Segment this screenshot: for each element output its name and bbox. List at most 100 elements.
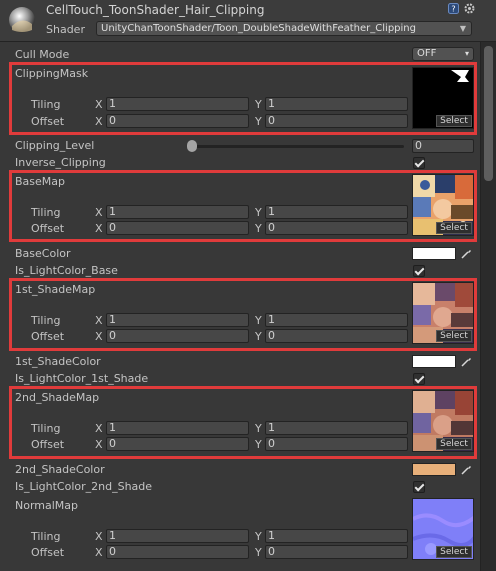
shade-map-2-offset-y[interactable]: 0: [265, 437, 408, 451]
base-map-tiling-x[interactable]: 1: [106, 205, 249, 219]
shade-map-2-tiling-x[interactable]: 1: [106, 421, 249, 435]
clipping-mask-label: ClippingMask: [15, 67, 89, 80]
axis-y-label: Y: [255, 330, 262, 343]
shade-map-1-offset-x[interactable]: 0: [106, 329, 249, 343]
help-icon[interactable]: ?: [448, 3, 459, 14]
axis-x-label: X: [95, 222, 103, 235]
clipping-level-slider-track[interactable]: [190, 145, 404, 148]
offset-label: Offset: [31, 115, 65, 128]
shade-map-1-select-button[interactable]: Select: [436, 330, 472, 342]
gear-icon[interactable]: [464, 3, 475, 14]
clipping-level-label: Clipping_Level: [15, 139, 95, 152]
normal-map-tiling-y[interactable]: 1: [265, 529, 408, 543]
clipping-mask-tiling-y[interactable]: 1: [265, 97, 408, 111]
axis-y-label: Y: [255, 438, 262, 451]
shade-map-2-texture-slot[interactable]: Select: [412, 390, 474, 452]
clipping-level-field[interactable]: 0: [412, 139, 474, 153]
is-lightcolor-base-label: Is_LightColor_Base: [15, 264, 118, 277]
shader-value: UnityChanToonShader/Toon_DoubleShadeWith…: [101, 23, 416, 34]
clipping-mask-texture-slot[interactable]: Select: [412, 67, 474, 129]
shade-map-1-offset-y[interactable]: 0: [265, 329, 408, 343]
material-icon: [9, 7, 35, 33]
base-map-label: BaseMap: [15, 175, 65, 188]
inverse-clipping-label: Inverse_Clipping: [15, 156, 106, 169]
normal-map-tiling-x[interactable]: 1: [106, 529, 249, 543]
normal-map-select-button[interactable]: Select: [436, 546, 472, 558]
shade-map-2-offset-x[interactable]: 0: [106, 437, 249, 451]
axis-y-label: Y: [255, 206, 262, 219]
eyedropper-icon[interactable]: [460, 247, 473, 260]
is-lightcolor-2nd-label: Is_LightColor_2nd_Shade: [15, 480, 153, 493]
cull-mode-label: Cull Mode: [15, 48, 70, 61]
normal-map-label: NormalMap: [15, 499, 79, 512]
clipping-mask-offset-x[interactable]: 0: [106, 114, 249, 128]
shade-color-1-label: 1st_ShadeColor: [15, 355, 101, 368]
shade-color-2-swatch[interactable]: [412, 463, 456, 476]
is-lightcolor-2nd-checkbox[interactable]: [413, 481, 425, 493]
is-lightcolor-1st-label: Is_LightColor_1st_Shade: [15, 372, 149, 385]
vertical-scrollbar[interactable]: [480, 42, 496, 571]
axis-x-label: X: [95, 422, 103, 435]
shade-map-1-label: 1st_ShadeMap: [15, 283, 96, 296]
chevron-down-icon: ▼: [459, 24, 466, 33]
offset-label: Offset: [31, 330, 65, 343]
normal-map-offset-x[interactable]: 0: [106, 545, 249, 559]
base-map-texture-slot[interactable]: Select: [412, 174, 474, 236]
is-lightcolor-1st-checkbox[interactable]: [413, 373, 425, 385]
axis-x-label: X: [95, 530, 103, 543]
shade-map-2-select-button[interactable]: Select: [436, 438, 472, 450]
shade-color-1-swatch[interactable]: [412, 355, 456, 368]
tiling-label: Tiling: [31, 530, 61, 543]
axis-x-label: X: [95, 438, 103, 451]
shader-label: Shader: [46, 23, 85, 36]
clipping-level-slider-knob[interactable]: [187, 140, 197, 152]
scrollbar-thumb[interactable]: [484, 46, 493, 181]
tiling-label: Tiling: [31, 314, 61, 327]
axis-x-label: X: [95, 314, 103, 327]
shade-map-1-tiling-x[interactable]: 1: [106, 313, 249, 327]
clipping-mask-select-button[interactable]: Select: [436, 115, 472, 127]
shade-map-1-tiling-y[interactable]: 1: [265, 313, 408, 327]
axis-x-label: X: [95, 546, 103, 559]
base-color-label: BaseColor: [15, 247, 71, 260]
eyedropper-icon[interactable]: [460, 355, 473, 368]
inverse-clipping-checkbox[interactable]: [413, 157, 425, 169]
shade-color-2-label: 2nd_ShadeColor: [15, 463, 105, 476]
axis-y-label: Y: [255, 222, 262, 235]
base-map-offset-x[interactable]: 0: [106, 221, 249, 235]
is-lightcolor-base-checkbox[interactable]: [413, 265, 425, 277]
shade-map-2-label: 2nd_ShadeMap: [15, 391, 100, 404]
shade-map-2-tiling-y[interactable]: 1: [265, 421, 408, 435]
eyedropper-icon[interactable]: [460, 463, 473, 476]
normal-map-texture-slot[interactable]: Select: [412, 498, 474, 560]
axis-y-label: Y: [255, 530, 262, 543]
svg-text:?: ?: [451, 5, 455, 14]
shade-map-1-texture-slot[interactable]: Select: [412, 282, 474, 344]
normal-map-offset-y[interactable]: 0: [265, 545, 408, 559]
base-map-tiling-y[interactable]: 1: [265, 205, 408, 219]
axis-y-label: Y: [255, 422, 262, 435]
base-map-offset-y[interactable]: 0: [265, 221, 408, 235]
axis-y-label: Y: [255, 314, 262, 327]
tiling-label: Tiling: [31, 422, 61, 435]
cull-mode-dropdown[interactable]: OFF ▾: [412, 47, 474, 61]
clipping-mask-offset-y[interactable]: 0: [265, 114, 408, 128]
offset-label: Offset: [31, 222, 65, 235]
tiling-label: Tiling: [31, 98, 61, 111]
clipping-mask-tiling-x[interactable]: 1: [106, 97, 249, 111]
axis-y-label: Y: [255, 546, 262, 559]
tiling-label: Tiling: [31, 206, 61, 219]
offset-label: Offset: [31, 438, 65, 451]
material-title: CellTouch_ToonShader_Hair_Clipping: [46, 3, 265, 17]
axis-x-label: X: [95, 330, 103, 343]
axis-y-label: Y: [255, 115, 262, 128]
shader-dropdown[interactable]: UnityChanToonShader/Toon_DoubleShadeWith…: [96, 21, 472, 36]
base-color-swatch[interactable]: [412, 247, 456, 260]
inspector-header: CellTouch_ToonShader_Hair_Clipping Shade…: [0, 0, 496, 42]
cull-mode-value: OFF: [417, 48, 437, 59]
base-map-select-button[interactable]: Select: [436, 222, 472, 234]
chevron-down-icon: ▾: [464, 49, 469, 58]
axis-x-label: X: [95, 206, 103, 219]
axis-x-label: X: [95, 115, 103, 128]
axis-x-label: X: [95, 98, 103, 111]
